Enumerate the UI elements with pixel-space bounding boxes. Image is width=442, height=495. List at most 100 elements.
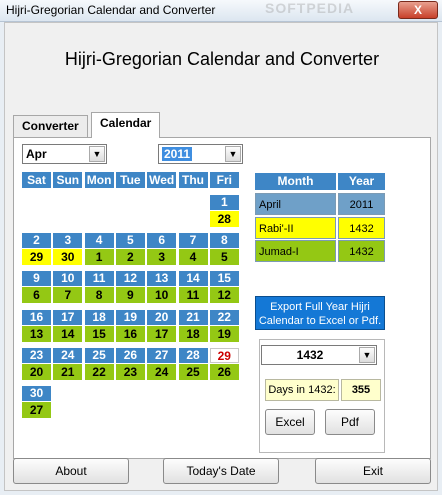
gregorian-day: 3 [53, 233, 83, 249]
calendar-day-cell[interactable]: 52 [115, 233, 145, 267]
exit-button[interactable]: Exit [315, 458, 431, 484]
excel-button[interactable]: Excel [265, 409, 315, 435]
gregorian-day: 17 [53, 309, 83, 325]
calendar-day-cell[interactable]: 1 28 [209, 195, 239, 228]
tab-calendar[interactable]: Calendar [91, 112, 161, 138]
month-select[interactable]: Apr ▼ [22, 144, 107, 164]
main-window: Hijri-Gregorian Calendar and Converter C… [4, 22, 438, 491]
month-select-value: Apr [26, 147, 47, 161]
gregorian-day: 19 [115, 309, 145, 325]
weekday-header: Sun [53, 172, 83, 188]
hijri-day: 22 [84, 363, 114, 380]
hijri-day: 27 [22, 402, 51, 418]
weekday-header: Wed [147, 172, 177, 188]
info-month-hijri: Rabi'-II [255, 217, 336, 239]
calendar-day-cell[interactable]: 20 17 [147, 309, 177, 343]
close-button[interactable]: X [398, 1, 438, 19]
calendar-day-cell[interactable]: 14 11 [178, 271, 208, 305]
year-select-value: 2011 [162, 147, 193, 161]
calendar-day-cell[interactable]: 13 10 [147, 271, 177, 305]
calendar-day-cell[interactable]: 30 27 [22, 386, 51, 419]
export-full-year-button[interactable]: Export Full Year Hijri Calendar to Excel… [255, 296, 385, 330]
export-label-line1: Export Full Year Hijri [270, 301, 370, 313]
gregorian-day: 2 [22, 233, 51, 249]
chevron-down-icon[interactable]: ▼ [359, 347, 375, 363]
gregorian-day: 5 [115, 233, 145, 249]
chevron-down-icon[interactable]: ▼ [225, 146, 241, 162]
pdf-button[interactable]: Pdf [325, 409, 375, 435]
calendar-day-cell[interactable]: 15 12 [209, 271, 239, 305]
calendar-day-cell[interactable]: 16 13 [22, 309, 51, 343]
calendar-day-cell[interactable]: 2 29 [22, 233, 51, 267]
window-title: Hijri-Gregorian Calendar and Converter [6, 3, 216, 17]
info-month-gregorian: April [255, 193, 336, 215]
title-bar: Hijri-Gregorian Calendar and Converter S… [0, 0, 442, 22]
gregorian-day: 14 [178, 271, 208, 287]
calendar-day-cell[interactable]: 18 15 [84, 309, 114, 343]
gregorian-day: 11 [84, 271, 114, 287]
gregorian-day: 9 [22, 271, 51, 287]
hijri-day: 19 [209, 325, 239, 342]
calendar-day-cell[interactable]: 63 [147, 233, 177, 267]
hijri-day: 14 [53, 325, 83, 342]
todays-date-button[interactable]: Today's Date [163, 458, 279, 484]
hijri-day: 13 [22, 325, 51, 342]
hijri-year-select[interactable]: 1432 ▼ [261, 345, 377, 365]
weekday-header: Sat [22, 172, 51, 188]
about-button[interactable]: About [13, 458, 129, 484]
calendar-day-cell[interactable]: 12 9 [115, 271, 145, 305]
weekday-header: Mon [84, 172, 114, 188]
chevron-down-icon[interactable]: ▼ [89, 146, 105, 162]
hijri-day: 11 [178, 287, 208, 304]
gregorian-day: 30 [22, 386, 51, 401]
calendar-day-cell[interactable]: 17 14 [53, 309, 83, 343]
info-year-hijri-next: 1432 [338, 240, 385, 262]
calendar-day-cell[interactable]: 10 7 [53, 271, 83, 305]
hijri-day: 25 [178, 363, 208, 380]
gregorian-day: 8 [209, 233, 239, 249]
gregorian-day: 4 [84, 233, 114, 249]
calendar-day-cell[interactable]: 26 23 [115, 347, 145, 381]
hijri-day: 2 [115, 249, 145, 266]
calendar-day-cell[interactable]: 25 22 [84, 347, 114, 381]
hijri-day: 5 [209, 249, 239, 266]
calendar-day-cell[interactable]: 3 30 [53, 233, 83, 267]
gregorian-day: 13 [147, 271, 177, 287]
hijri-day: 17 [147, 325, 177, 342]
export-label-line2: Calendar to Excel or Pdf. [258, 315, 382, 327]
hijri-day: 10 [147, 287, 177, 304]
gregorian-day: 20 [147, 309, 177, 325]
calendar-day-cell[interactable]: 24 21 [53, 347, 83, 381]
calendar-day-cell[interactable]: 74 [178, 233, 208, 267]
hijri-day: 24 [147, 363, 177, 380]
calendar-day-cell[interactable]: 85 [209, 233, 239, 267]
year-column-header: Year [338, 173, 385, 190]
calendar-day-cell[interactable]: 41 [84, 233, 114, 267]
year-select[interactable]: 2011 ▼ [158, 144, 243, 164]
gregorian-day: 27 [147, 347, 177, 363]
info-year-gregorian: 2011 [338, 193, 385, 215]
calendar-day-cell[interactable]: 23 20 [22, 347, 51, 381]
calendar-day-cell[interactable]: 21 18 [178, 309, 208, 343]
hijri-day: 23 [115, 363, 145, 380]
hijri-day: 4 [178, 249, 208, 266]
gregorian-day: 22 [209, 309, 239, 325]
calendar-day-cell[interactable]: 96 [22, 271, 51, 305]
gregorian-day: 28 [178, 347, 208, 363]
hijri-day: 20 [22, 363, 51, 380]
calendar-day-cell[interactable]: 27 24 [147, 347, 177, 381]
weekday-header: Fri [209, 172, 239, 188]
calendar-day-cell[interactable]: 19 16 [115, 309, 145, 343]
calendar-day-cell[interactable]: 28 25 [178, 347, 208, 381]
gregorian-day: 12 [115, 271, 145, 287]
info-month-hijri-next: Jumad-I [255, 240, 336, 262]
gregorian-day: 26 [115, 347, 145, 363]
hijri-day: 30 [53, 249, 83, 266]
gregorian-day: 16 [22, 309, 51, 325]
calendar-day-cell[interactable]: 29 26 [209, 347, 239, 381]
weekday-header: Tue [115, 172, 145, 188]
tab-converter[interactable]: Converter [13, 115, 88, 137]
hijri-day: 12 [209, 287, 239, 304]
calendar-day-cell[interactable]: 11 8 [84, 271, 114, 305]
calendar-day-cell[interactable]: 22 19 [209, 309, 239, 343]
